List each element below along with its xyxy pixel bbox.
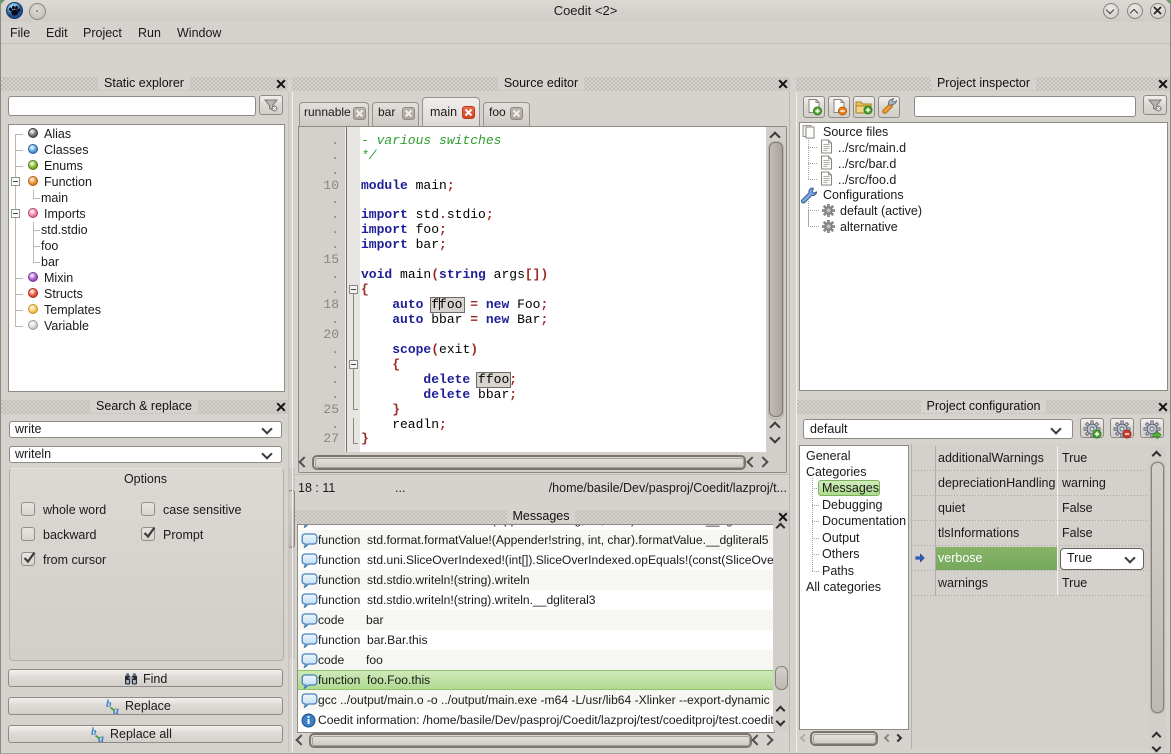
svg-text:a: a	[98, 731, 104, 742]
svg-text:a: a	[113, 703, 119, 714]
